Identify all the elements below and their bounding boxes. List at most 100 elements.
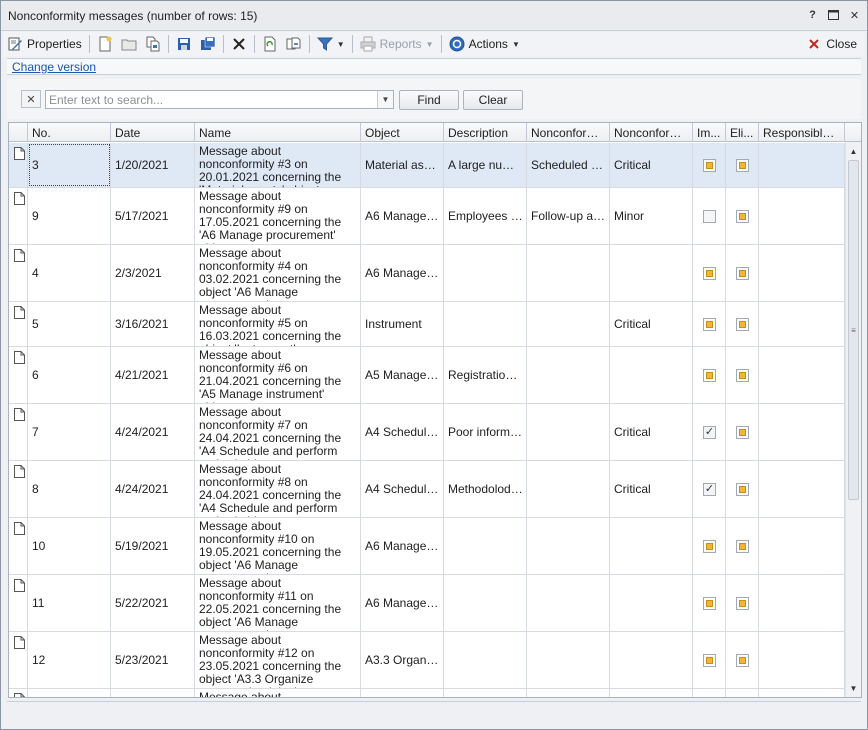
reports-dropdown[interactable]: Reports ▼ xyxy=(356,33,438,55)
table-row[interactable]: 7 4/24/2021 Message about nonconformity #7… xyxy=(9,404,845,461)
new-button[interactable] xyxy=(93,33,117,55)
row-indicator[interactable] xyxy=(9,689,28,697)
reports-label: Reports xyxy=(379,37,422,51)
row-indicator[interactable] xyxy=(9,143,28,187)
actions-dropdown[interactable]: Actions ▼ xyxy=(445,33,524,55)
scroll-thumb[interactable]: ≡ xyxy=(848,160,859,500)
eli-checkbox[interactable] xyxy=(736,539,749,553)
clear-button[interactable]: Clear xyxy=(463,90,523,110)
row-indicator[interactable] xyxy=(9,302,28,346)
table-row[interactable]: Message about nonconformity xyxy=(9,689,845,697)
open-folder-button[interactable] xyxy=(117,33,141,55)
scroll-up-icon[interactable]: ▲ xyxy=(846,144,861,158)
date-cell: 5/19/2021 xyxy=(111,518,195,574)
description-cell: Registration ... xyxy=(444,347,527,403)
table-row[interactable]: 5 3/16/2021 Message about nonconformity #5… xyxy=(9,302,845,347)
im-checkbox[interactable] xyxy=(703,539,716,553)
actions-label: Actions xyxy=(468,37,508,51)
eli-checkbox[interactable] xyxy=(736,158,749,172)
table-row[interactable]: 12 5/23/2021 Message about nonconformity #… xyxy=(9,632,845,689)
eli-checkbox[interactable] xyxy=(736,596,749,610)
row-indicator[interactable] xyxy=(9,632,28,688)
object-cell: A6 Manage p... xyxy=(361,188,444,244)
row-indicator[interactable] xyxy=(9,245,28,301)
find-button[interactable]: Find xyxy=(399,90,459,110)
eli-checkbox[interactable] xyxy=(736,482,749,496)
eli-column-header[interactable]: Eli... xyxy=(726,123,759,142)
save-button[interactable] xyxy=(172,33,196,55)
table-row[interactable]: 9 5/17/2021 Message about nonconformity #9… xyxy=(9,188,845,245)
eli-checkbox[interactable] xyxy=(736,425,749,439)
description-column-header[interactable]: Description xyxy=(444,123,527,142)
date-cell: 3/16/2021 xyxy=(111,302,195,346)
type-text: Follow-up au... xyxy=(531,209,606,223)
maximize-icon[interactable] xyxy=(827,8,840,22)
im-checkbox[interactable] xyxy=(703,368,716,382)
name-text: Message about nonconformity #5 on 16.03.… xyxy=(199,304,342,346)
severity-cell xyxy=(610,575,693,631)
row-indicator[interactable] xyxy=(9,575,28,631)
row-indicator[interactable] xyxy=(9,188,28,244)
search-input[interactable] xyxy=(46,91,376,108)
severity-text: Critical xyxy=(614,425,651,439)
im-checkbox[interactable] xyxy=(703,209,716,223)
type-cell xyxy=(527,302,610,346)
export-button[interactable] xyxy=(282,33,306,55)
delete-button[interactable] xyxy=(227,33,251,55)
table-row[interactable]: 10 5/19/2021 Message about nonconformity #… xyxy=(9,518,845,575)
nonconformity-severity-column-header[interactable]: Nonconformi... xyxy=(610,123,693,142)
save-all-button[interactable] xyxy=(196,33,220,55)
responsible-column-header[interactable]: Responsible d... xyxy=(759,123,845,142)
im-checkbox[interactable]: ✓ xyxy=(703,482,716,496)
table-row[interactable]: 6 4/21/2021 Message about nonconformity #6… xyxy=(9,347,845,404)
eli-checkbox[interactable] xyxy=(736,368,749,382)
description-cell xyxy=(444,302,527,346)
object-column-header[interactable]: Object xyxy=(361,123,444,142)
search-field[interactable]: ▼ xyxy=(45,90,394,109)
close-button[interactable]: Close xyxy=(806,33,857,55)
row-indicator[interactable] xyxy=(9,404,28,460)
im-checkbox[interactable] xyxy=(703,158,716,172)
im-checkbox[interactable] xyxy=(703,596,716,610)
nonconformity-type-column-header[interactable]: Nonconformi... xyxy=(527,123,610,142)
severity-cell xyxy=(610,689,693,697)
description-text: A large numb... xyxy=(448,158,523,172)
im-checkbox[interactable] xyxy=(703,653,716,667)
eli-checkbox[interactable] xyxy=(736,266,749,280)
filter-dropdown[interactable]: ▼ xyxy=(313,33,349,55)
copy-button[interactable] xyxy=(141,33,165,55)
help-button[interactable]: ? xyxy=(806,8,819,22)
chevron-down-icon[interactable]: ▼ xyxy=(377,91,393,108)
im-checkbox[interactable]: ✓ xyxy=(703,425,716,439)
document-icon xyxy=(14,579,25,595)
im-column-header[interactable]: Im... xyxy=(693,123,726,142)
scroll-down-icon[interactable]: ▼ xyxy=(846,681,861,695)
im-checkbox[interactable] xyxy=(703,266,716,280)
document-icon xyxy=(14,306,25,322)
no-text: 5 xyxy=(32,317,39,331)
type-text: Scheduled a... xyxy=(531,158,606,172)
row-indicator[interactable] xyxy=(9,347,28,403)
table-row[interactable]: 4 2/3/2021 Message about nonconformity #4 … xyxy=(9,245,845,302)
vertical-scrollbar[interactable]: ▲ ≡ ▼ xyxy=(845,142,861,697)
row-indicator[interactable] xyxy=(9,461,28,517)
document-icon xyxy=(14,522,25,538)
properties-button[interactable]: Properties xyxy=(3,33,86,55)
close-window-button[interactable]: ✕ xyxy=(848,8,861,22)
eli-checkbox[interactable] xyxy=(736,209,749,223)
date-column-header[interactable]: Date xyxy=(111,123,195,142)
change-version-link[interactable]: Change version xyxy=(12,60,96,74)
eli-checkbox[interactable] xyxy=(736,653,749,667)
chevron-down-icon: ▼ xyxy=(336,39,345,49)
refresh-button[interactable] xyxy=(258,33,282,55)
row-indicator-header[interactable] xyxy=(9,123,28,142)
row-indicator[interactable] xyxy=(9,518,28,574)
eli-checkbox[interactable] xyxy=(736,317,749,331)
table-row[interactable]: 11 5/22/2021 Message about nonconformity #… xyxy=(9,575,845,632)
name-column-header[interactable]: Name xyxy=(195,123,361,142)
no-column-header[interactable]: No. xyxy=(28,123,111,142)
close-search-icon[interactable]: ✕ xyxy=(21,90,41,108)
table-row[interactable]: 8 4/24/2021 Message about nonconformity #8… xyxy=(9,461,845,518)
im-checkbox[interactable] xyxy=(703,317,716,331)
table-row[interactable]: 3 1/20/2021 Message about nonconformity #3… xyxy=(9,143,845,188)
